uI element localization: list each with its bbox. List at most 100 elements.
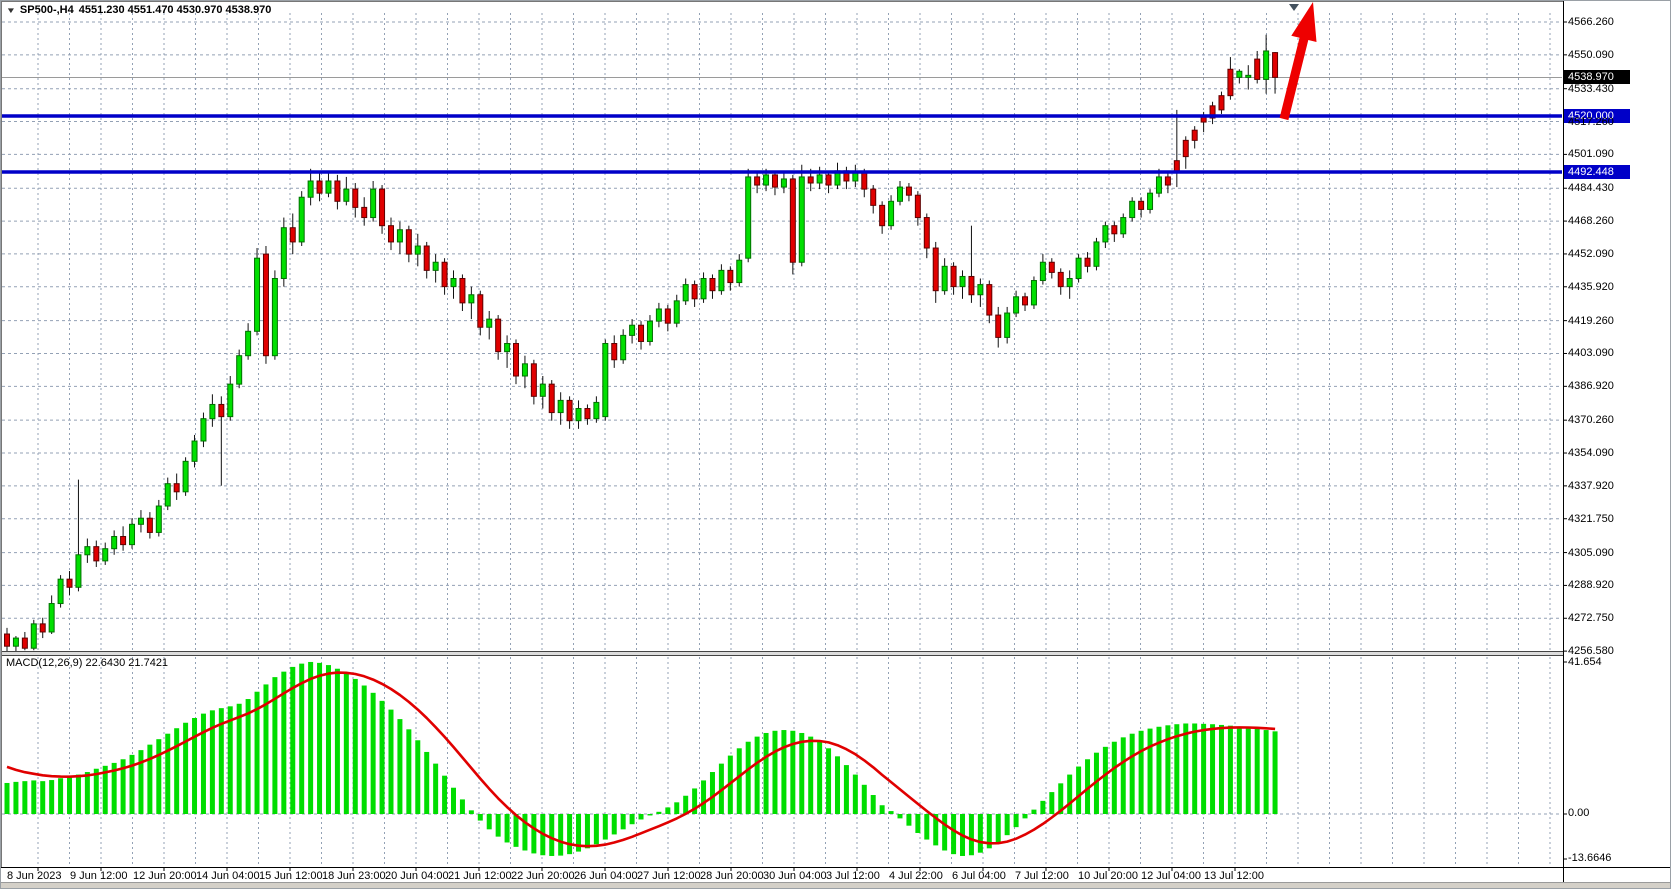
macd-histogram-bar (656, 812, 661, 814)
price-axis-label: 4468.260 (1568, 215, 1614, 227)
macd-histogram-bar (915, 814, 920, 833)
macd-histogram-bar (808, 737, 813, 814)
price-axis-label: 4272.750 (1568, 612, 1614, 624)
price-axis-label: 4435.920 (1568, 281, 1614, 293)
candle-bull (701, 278, 706, 298)
time-axis-label: 21 Jun 12:00 (448, 870, 512, 882)
macd-histogram-bar (701, 780, 706, 814)
candle-bull (1237, 71, 1242, 77)
candle-bull (630, 325, 635, 335)
macd-histogram-bar (67, 777, 72, 814)
chart-background (1, 1, 1671, 889)
candle-bull (76, 555, 81, 588)
candle-bear (1023, 297, 1028, 305)
candle-bear (263, 254, 268, 356)
macd-histogram-bar (1130, 734, 1135, 814)
time-axis-label: 6 Jul 04:00 (952, 870, 1006, 882)
price-axis-label: 4288.920 (1568, 579, 1614, 591)
macd-histogram-bar (898, 814, 903, 818)
candle-bear (335, 181, 340, 201)
macd-histogram-bar (1156, 727, 1161, 814)
candle-bull (228, 384, 233, 417)
candle-bear (710, 278, 715, 290)
candle-bear (478, 295, 483, 328)
macd-histogram-bar (621, 814, 626, 829)
candle-bull (522, 364, 527, 376)
candle-bull (621, 335, 626, 359)
macd-histogram-bar (612, 814, 617, 834)
macd-histogram-bar (344, 673, 349, 814)
candle-bear (871, 189, 876, 205)
candle-bear (67, 579, 72, 587)
hline-price-tag-4492[interactable]: 4492.448 (1564, 165, 1630, 179)
candle-bull (326, 181, 331, 193)
macd-indicator-label: MACD(12,26,9) 22.6430 21.7421 (6, 657, 168, 669)
time-axis-label: 27 Jun 12:00 (637, 870, 701, 882)
candle-bull (656, 309, 661, 321)
candle-bull (281, 228, 286, 279)
macd-histogram-bar (138, 750, 143, 814)
macd-histogram-bar (969, 814, 974, 855)
candle-bear (915, 195, 920, 217)
macd-histogram-bar (201, 714, 206, 814)
candle-bull (1246, 75, 1251, 77)
price-axis-label: 4517.260 (1568, 116, 1614, 128)
candle-bull (558, 400, 563, 412)
macd-histogram-bar (165, 734, 170, 814)
candle-bear (424, 246, 429, 270)
candle-bear (1273, 53, 1278, 78)
candle-bear (549, 384, 554, 412)
price-axis-label: 4533.430 (1568, 83, 1614, 95)
macd-histogram-bar (353, 679, 358, 814)
macd-histogram-bar (424, 752, 429, 814)
candle-bull (540, 384, 545, 396)
candle-bull (1040, 262, 1045, 280)
macd-histogram-bar (1237, 727, 1242, 814)
time-axis-label: 3 Jul 12:00 (826, 870, 880, 882)
macd-histogram-bar (1264, 730, 1269, 814)
macd-scale-bottom: -13.6646 (1568, 852, 1611, 864)
macd-histogram-bar (76, 775, 81, 814)
candle-bull (487, 319, 492, 327)
candle-bear (1085, 258, 1090, 266)
time-axis-label: 28 Jun 20:00 (700, 870, 764, 882)
macd-histogram-bar (674, 802, 679, 814)
price-axis-label: 4452.090 (1568, 248, 1614, 260)
macd-histogram-bar (246, 699, 251, 814)
time-axis-label: 9 Jun 12:00 (70, 870, 128, 882)
candle-bull (210, 404, 215, 418)
price-axis-label: 4566.260 (1568, 16, 1614, 28)
macd-histogram-bar (433, 764, 438, 814)
candle-bear (94, 547, 99, 561)
candle-bear (862, 173, 867, 189)
candle-bull (31, 624, 36, 648)
candle-bull (433, 262, 438, 270)
candle-bull (397, 230, 402, 242)
price-axis-label: 4354.090 (1568, 447, 1614, 459)
candle-bear (1228, 69, 1233, 95)
candle-bear (880, 205, 885, 225)
candle-bull (1121, 218, 1126, 234)
price-axis-label: 4321.750 (1568, 513, 1614, 525)
macd-histogram-bar (496, 814, 501, 837)
macd-histogram-bar (853, 775, 858, 814)
chart-window: ▼ SP500-,H4 4551.230 4551.470 4530.970 4… (0, 0, 1671, 889)
macd-histogram-bar (505, 814, 510, 842)
macd-histogram-bar (451, 788, 456, 814)
candle-bear (987, 285, 992, 315)
chevron-down-icon[interactable]: ▼ (6, 6, 16, 15)
macd-histogram-bar (924, 814, 929, 840)
candle-bull (746, 177, 751, 258)
candle-bear (906, 187, 911, 195)
candle-bear (1049, 262, 1054, 272)
candle-bear (1165, 177, 1170, 185)
candle-bear (665, 309, 670, 323)
macd-histogram-bar (630, 814, 635, 824)
candle-bull (960, 276, 965, 286)
macd-histogram-bar (1121, 737, 1126, 814)
macd-histogram-bar (835, 756, 840, 814)
candle-bear (317, 181, 322, 193)
macd-histogram-bar (299, 664, 304, 814)
price-chart-canvas[interactable] (1, 1, 1671, 889)
macd-histogram-bar (531, 814, 536, 853)
